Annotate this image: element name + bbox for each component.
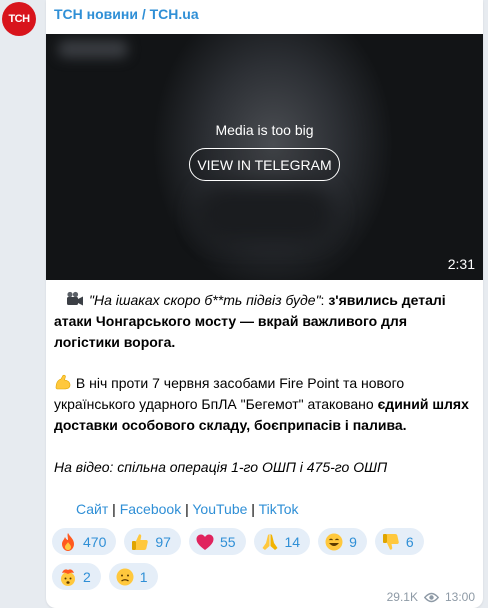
blurred-watermark bbox=[58, 40, 128, 58]
reaction-count: 6 bbox=[405, 533, 414, 550]
link-separator: | bbox=[181, 501, 193, 517]
link-tiktok[interactable]: TikTok bbox=[259, 501, 299, 517]
post-paragraph-3: На відео: спільна операція 1-го ОШП і 47… bbox=[54, 457, 474, 478]
reaction-heart[interactable]: 55 bbox=[188, 528, 246, 555]
reaction-count: 2 bbox=[83, 568, 91, 585]
post-paragraph-1: "На ішаках скоро б**ть підвіз буде": з'я… bbox=[54, 290, 474, 353]
view-in-telegram-button[interactable]: VIEW IN TELEGRAM bbox=[189, 148, 340, 181]
heart-icon bbox=[196, 534, 214, 550]
thumbs-up-icon bbox=[132, 533, 149, 550]
reaction-thumbs-up[interactable]: 97 bbox=[124, 528, 181, 555]
social-links: Сайт | Facebook | YouTube | TikTok bbox=[54, 499, 474, 520]
reaction-count: 9 bbox=[349, 533, 357, 550]
link-separator: | bbox=[247, 501, 259, 517]
eye-icon bbox=[423, 592, 439, 602]
reaction-count: 1 bbox=[139, 568, 148, 585]
message-bubble: ТСН новини / TCH.ua Media is too big VIE… bbox=[46, 0, 483, 608]
reaction-count: 14 bbox=[284, 533, 301, 550]
exploding-head-icon bbox=[61, 568, 75, 586]
view-count: 29.1K bbox=[386, 590, 418, 604]
link-site[interactable]: Сайт bbox=[76, 501, 108, 517]
message-time: 13:00 bbox=[444, 590, 475, 604]
reaction-thumbs-down[interactable]: 6 bbox=[374, 528, 424, 555]
reactions-bar: 470 97 55 14 9 6 2 1 bbox=[52, 528, 472, 590]
video-caption: На відео: спільна операція 1-го ОШП і 47… bbox=[54, 459, 388, 475]
channel-name[interactable]: ТСН новини / TCH.ua bbox=[54, 6, 199, 22]
reaction-count: 55 bbox=[219, 533, 236, 550]
paragraph-2-text: В ніч проти 7 червня засобами Fire Point… bbox=[54, 375, 405, 412]
link-youtube[interactable]: YouTube bbox=[192, 501, 247, 517]
channel-avatar[interactable]: ТСН bbox=[2, 2, 36, 36]
quote-italic: "На ішаках скоро б**ть підвіз буде" bbox=[89, 292, 321, 308]
thumbs-down-icon bbox=[382, 533, 399, 550]
link-separator: | bbox=[108, 501, 120, 517]
reaction-pray[interactable]: 14 bbox=[253, 528, 311, 555]
reaction-fire[interactable]: 470 bbox=[52, 528, 117, 555]
reaction-exploding-head[interactable]: 2 bbox=[52, 563, 101, 590]
link-facebook[interactable]: Facebook bbox=[120, 501, 181, 517]
media-too-big-note: Media is too big bbox=[215, 122, 314, 138]
flexed-biceps-icon bbox=[55, 374, 71, 390]
video-duration: 2:31 bbox=[447, 256, 475, 272]
pray-icon bbox=[262, 533, 278, 550]
reaction-sad-face[interactable]: 1 bbox=[108, 563, 158, 590]
blurred-shadow bbox=[196, 184, 336, 244]
fire-icon bbox=[62, 532, 74, 551]
message-footer: 29.1K 13:00 bbox=[387, 590, 475, 604]
reaction-count: 97 bbox=[155, 533, 171, 550]
video-preview[interactable]: Media is too big VIEW IN TELEGRAM 2:31 bbox=[46, 34, 483, 280]
grin-icon bbox=[325, 533, 343, 550]
movie-camera-icon bbox=[67, 291, 83, 306]
reaction-count: 470 bbox=[83, 533, 107, 550]
reaction-grin[interactable]: 9 bbox=[318, 528, 367, 555]
sad-face-icon bbox=[116, 568, 134, 585]
post-paragraph-2: В ніч проти 7 червня засобами Fire Point… bbox=[54, 373, 474, 436]
